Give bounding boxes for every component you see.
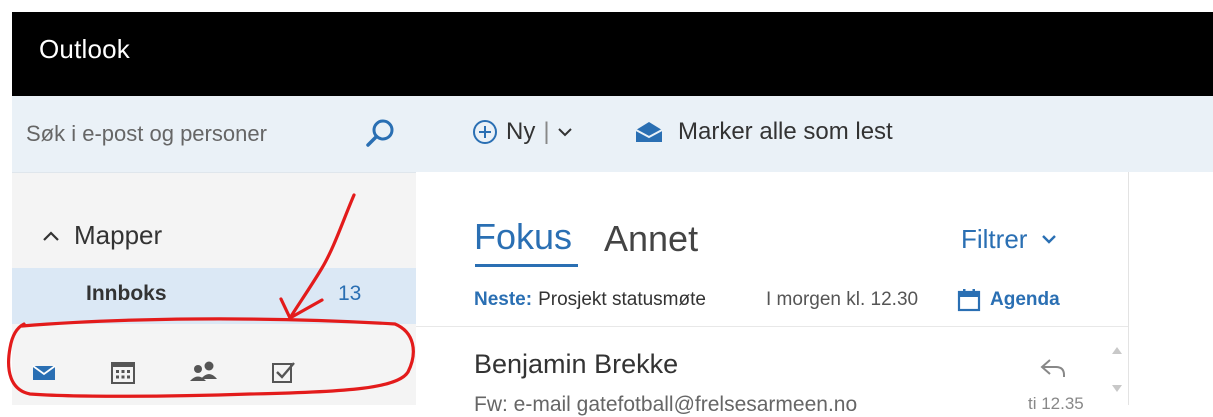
open-envelope-icon [635,122,663,142]
people-icon[interactable] [188,358,218,386]
agenda-link[interactable]: Agenda [956,287,1060,313]
command-bar: Ny | Marker alle som lest [416,96,1213,173]
unread-count: 13 [338,282,362,305]
message-list-pane: Fokus Annet Filtrer Neste: Prosjekt stat… [416,172,1129,416]
inbox-label: Innboks [86,282,167,305]
sidebar: Mapper Innboks 13 [12,96,416,405]
search-input[interactable] [26,118,316,150]
add-circle-icon [473,120,497,144]
mail-icon[interactable] [30,358,60,386]
calendar-icon [957,289,981,312]
new-separator: | [543,118,550,145]
next-label: Neste: [474,289,533,310]
filter-label: Filtrer [961,224,1028,254]
chevron-up-icon [43,230,59,241]
folders-toggle[interactable]: Mapper [42,220,162,251]
message-time: ti 12.35 [1028,394,1084,413]
app-header: Outlook [12,12,1213,96]
folders-header-label: Mapper [74,220,163,250]
calendar-icon[interactable] [108,358,138,386]
tab-other[interactable]: Annet [604,218,698,260]
chevron-down-icon [1042,235,1057,244]
app-title[interactable]: Outlook [39,34,130,65]
next-event-subject[interactable]: Prosjekt statusmøte [538,289,708,311]
filter-button[interactable]: Filtrer [961,224,1057,255]
message-list-item[interactable]: Benjamin Brekke Fw: e-mail gatefotball@f… [416,327,1106,416]
active-tab-indicator [475,264,578,267]
message-preview: Fw: e-mail gatefotball@frelsesarmeen.no [474,393,858,416]
module-switcher [12,336,416,405]
reply-icon[interactable] [1038,357,1068,379]
search-icon[interactable] [363,117,397,151]
next-event-bar: Neste: Prosjekt statusmøte I morgen kl. … [474,285,1086,315]
tasks-icon[interactable] [268,358,298,386]
scrollbar[interactable] [1106,334,1128,405]
new-label: Ny [506,118,536,145]
chevron-down-icon [557,128,572,137]
tab-focused[interactable]: Fokus [474,216,572,258]
new-message-button[interactable]: Ny | [472,118,572,146]
mark-all-read-label: Marker alle som lest [678,118,893,145]
message-sender: Benjamin Brekke [474,349,679,379]
agenda-label: Agenda [990,289,1060,310]
folder-item-inbox[interactable]: Innboks 13 [12,268,416,324]
next-event-time: I morgen kl. 12.30 [766,289,919,310]
search-bar [12,96,416,173]
mark-all-read-button[interactable]: Marker alle som lest [634,118,893,146]
reading-pane [1129,172,1213,405]
